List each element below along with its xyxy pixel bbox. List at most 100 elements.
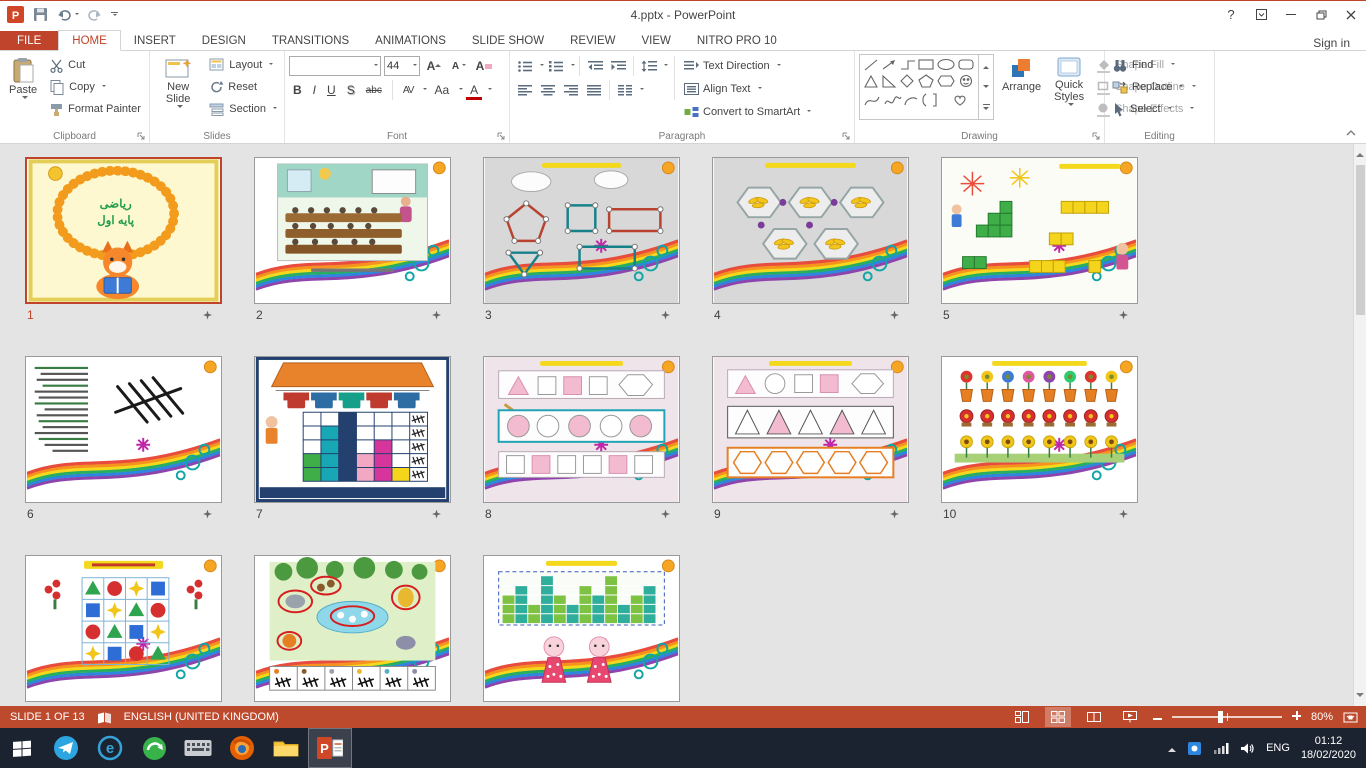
font-size-combobox[interactable] bbox=[384, 56, 420, 76]
taskbar-file-explorer-button[interactable] bbox=[264, 728, 308, 768]
bold-button[interactable]: B bbox=[289, 81, 306, 99]
shapes-gallery[interactable] bbox=[859, 54, 994, 120]
new-slide-button[interactable]: New Slide bbox=[154, 54, 202, 120]
strikethrough-button[interactable]: abc bbox=[362, 83, 386, 98]
tab-review[interactable]: REVIEW bbox=[557, 31, 628, 50]
tab-slideshow[interactable]: SLIDE SHOW bbox=[459, 31, 557, 50]
scrollbar-thumb[interactable] bbox=[1356, 165, 1365, 315]
convert-to-smartart-button[interactable]: Convert to SmartArt bbox=[681, 100, 814, 123]
slide-thumbnail-7[interactable] bbox=[254, 356, 451, 503]
align-right-button[interactable] bbox=[560, 79, 582, 101]
replace-button[interactable]: Replace bbox=[1109, 76, 1210, 98]
slide-thumbnail-10[interactable] bbox=[941, 356, 1138, 503]
save-icon[interactable] bbox=[33, 7, 48, 22]
font-dialog-launcher[interactable] bbox=[496, 131, 506, 141]
font-name-combobox[interactable] bbox=[289, 56, 381, 76]
tab-home[interactable]: HOME bbox=[58, 30, 121, 51]
gallery-up-arrow[interactable] bbox=[979, 55, 993, 76]
zoom-out-button[interactable] bbox=[1153, 711, 1162, 723]
tray-language-indicator[interactable]: ENG bbox=[1266, 742, 1290, 754]
tab-file[interactable]: FILE bbox=[0, 31, 58, 50]
decrease-indent-button[interactable] bbox=[584, 55, 606, 77]
slide-show-button[interactable] bbox=[1117, 707, 1143, 727]
slide-thumbnail-12[interactable] bbox=[254, 555, 451, 702]
reading-view-button[interactable] bbox=[1081, 707, 1107, 727]
increase-indent-button[interactable] bbox=[607, 55, 629, 77]
clipboard-dialog-launcher[interactable] bbox=[136, 131, 146, 141]
tab-design[interactable]: DESIGN bbox=[189, 31, 259, 50]
tab-transitions[interactable]: TRANSITIONS bbox=[259, 31, 362, 50]
start-button[interactable] bbox=[0, 728, 44, 768]
spell-check-icon[interactable] bbox=[97, 711, 112, 724]
align-center-button[interactable] bbox=[537, 79, 559, 101]
taskbar-green-app-button[interactable] bbox=[132, 728, 176, 768]
zoom-level[interactable]: 80% bbox=[1311, 711, 1333, 723]
slide-sorter-view-button[interactable] bbox=[1045, 707, 1071, 727]
copy-button[interactable]: Copy bbox=[46, 76, 144, 98]
help-button[interactable]: ? bbox=[1216, 1, 1246, 28]
shapes-gallery-scroll[interactable] bbox=[978, 55, 993, 119]
cut-button[interactable]: Cut bbox=[46, 54, 144, 76]
slide-thumbnail-3[interactable] bbox=[483, 157, 680, 304]
bullets-button[interactable] bbox=[514, 55, 536, 77]
arrange-button[interactable]: Arrange bbox=[997, 54, 1046, 120]
taskbar-telegram-button[interactable] bbox=[44, 728, 88, 768]
slide-thumbnail-6[interactable] bbox=[25, 356, 222, 503]
scroll-down-arrow[interactable] bbox=[1356, 693, 1364, 701]
text-direction-button[interactable]: Text Direction bbox=[681, 54, 814, 77]
columns-button[interactable] bbox=[614, 79, 636, 101]
zoom-slider[interactable] bbox=[1172, 711, 1282, 723]
tab-view[interactable]: VIEW bbox=[628, 31, 683, 50]
language-indicator[interactable]: ENGLISH (UNITED KINGDOM) bbox=[124, 711, 279, 723]
layout-button[interactable]: Layout bbox=[206, 54, 280, 76]
close-button[interactable] bbox=[1336, 1, 1366, 28]
drawing-dialog-launcher[interactable] bbox=[1091, 131, 1101, 141]
gallery-more-button[interactable] bbox=[979, 98, 993, 119]
restore-button[interactable] bbox=[1306, 1, 1336, 28]
customize-qat-button[interactable] bbox=[111, 12, 118, 18]
volume-icon[interactable] bbox=[1240, 742, 1255, 755]
slide-thumbnail-5[interactable] bbox=[941, 157, 1138, 304]
slide-thumbnail-8[interactable] bbox=[483, 356, 680, 503]
character-spacing-button[interactable]: AV bbox=[399, 83, 418, 98]
font-color-button[interactable]: A bbox=[466, 81, 482, 100]
minimize-button[interactable] bbox=[1276, 1, 1306, 28]
clear-formatting-button[interactable]: A bbox=[473, 55, 495, 77]
grow-font-button[interactable]: A bbox=[423, 55, 445, 77]
underline-button[interactable]: U bbox=[323, 81, 340, 99]
justify-button[interactable] bbox=[583, 79, 605, 101]
sign-in-link[interactable]: Sign in bbox=[1313, 36, 1366, 50]
taskbar-internet-explorer-button[interactable]: e bbox=[88, 728, 132, 768]
network-icon[interactable] bbox=[1213, 742, 1229, 754]
paragraph-dialog-launcher[interactable] bbox=[841, 131, 851, 141]
italic-button[interactable]: I bbox=[309, 81, 320, 99]
clock[interactable]: 01:12 18/02/2020 bbox=[1301, 734, 1356, 762]
zoom-in-button[interactable] bbox=[1292, 711, 1301, 723]
taskbar-powerpoint-button[interactable]: P bbox=[308, 728, 352, 768]
select-button[interactable]: Select bbox=[1109, 98, 1210, 120]
tab-animations[interactable]: ANIMATIONS bbox=[362, 31, 459, 50]
redo-icon[interactable] bbox=[88, 8, 102, 21]
taskbar-on-screen-keyboard-button[interactable] bbox=[176, 728, 220, 768]
section-button[interactable]: Section bbox=[206, 98, 280, 120]
change-case-button[interactable]: Aa bbox=[430, 81, 453, 99]
slide-thumbnail-4[interactable] bbox=[712, 157, 909, 304]
text-shadow-button[interactable]: S bbox=[343, 81, 359, 99]
taskbar-firefox-button[interactable] bbox=[220, 728, 264, 768]
find-button[interactable]: Find bbox=[1109, 54, 1210, 76]
reset-button[interactable]: Reset bbox=[206, 76, 280, 98]
collapse-ribbon-button[interactable] bbox=[1344, 127, 1358, 139]
format-painter-button[interactable]: Format Painter bbox=[46, 98, 144, 120]
tray-app-icon[interactable] bbox=[1187, 741, 1202, 756]
vertical-scrollbar[interactable] bbox=[1353, 144, 1366, 706]
slide-thumbnail-9[interactable] bbox=[712, 356, 909, 503]
slide-thumbnail-11[interactable] bbox=[25, 555, 222, 702]
quick-styles-button[interactable]: Quick Styles bbox=[1049, 54, 1089, 120]
line-spacing-button[interactable] bbox=[638, 55, 660, 77]
normal-view-button[interactable] bbox=[1009, 707, 1035, 727]
slide-thumbnail-2[interactable] bbox=[254, 157, 451, 304]
gallery-down-arrow[interactable] bbox=[979, 76, 993, 97]
scroll-up-arrow[interactable] bbox=[1356, 149, 1364, 157]
numbering-button[interactable] bbox=[545, 55, 567, 77]
slide-thumbnail-13[interactable] bbox=[483, 555, 680, 702]
